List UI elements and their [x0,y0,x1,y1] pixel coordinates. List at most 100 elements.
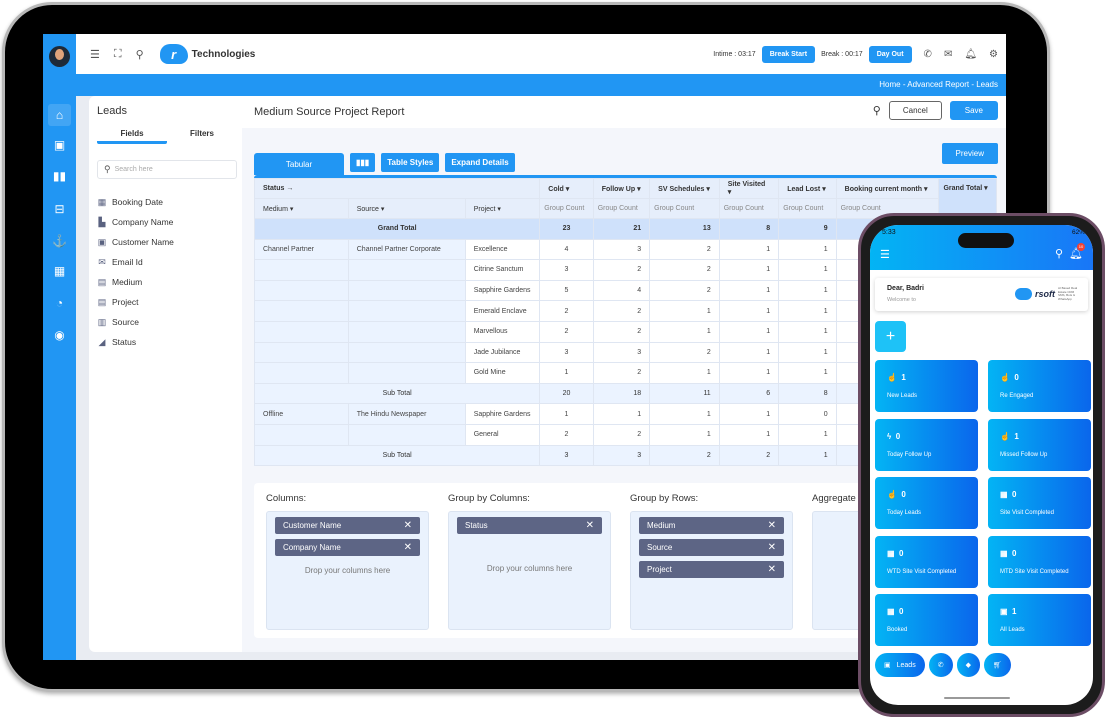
phone-icon[interactable]: ✆ [924,49,932,60]
tab-tabular[interactable]: Tabular [254,153,344,175]
breadcrumb[interactable]: Home - Advanced Report - Leads [879,80,998,89]
cancel-button[interactable]: Cancel [888,101,942,120]
dashboard-tile[interactable]: ☝ 1 New Leads [875,360,978,412]
group-column-chip[interactable]: Status ✕ [457,517,602,534]
user-avatar[interactable] [49,46,70,67]
value-cell: 1 [539,362,594,384]
nav-anchor-icon[interactable]: ⚓ [48,230,71,252]
close-icon[interactable]: ✕ [768,564,776,575]
columns-drop-area[interactable]: Customer Name ✕ Company Name ✕ Drop your c… [266,511,429,630]
field-search-input[interactable]: ⚲ Search here [97,160,237,179]
search-icon[interactable]: ⚲ [136,48,144,61]
grand-total-value: 23 [539,218,594,240]
aggregate-zone: Aggregate Dr [800,483,975,630]
group-row-chip[interactable]: Project ✕ [639,561,784,578]
value-cell: 2 [592,300,651,322]
value-cell: 2 [539,300,594,322]
drop-hint: Drop your columns here [304,566,391,575]
bar-chart-icon: ▮▮▮ [356,158,370,167]
close-icon[interactable]: ✕ [404,542,412,553]
dashboard-tile[interactable]: ▦ 0 WTD Site Visit Completed [875,535,978,588]
tile-value: 1 [1014,431,1019,441]
day-out-button[interactable]: Day Out [868,45,912,63]
table-styles-button[interactable]: Table Styles [381,153,440,172]
search-icon[interactable]: ⚲ [873,104,881,117]
field-label: Customer Name [112,237,174,247]
value-cell: 1 [718,362,780,384]
mail-icon[interactable]: ✉ [944,49,952,60]
field-item[interactable]: ▥ Source [97,312,174,332]
value-cell: 1 [778,423,837,446]
close-icon[interactable]: ✕ [404,520,412,531]
offers-nav-button[interactable]: ◆ [956,653,980,677]
grand-total-label: Grand Total [253,218,541,240]
save-button[interactable]: Save [949,101,998,120]
field-item[interactable]: ▙ Company Name [97,212,174,232]
add-button[interactable]: + [875,321,906,352]
nav-location-icon[interactable]: ◉ [48,324,71,346]
close-icon[interactable]: ✕ [586,520,594,531]
nav-bar-chart-icon[interactable]: ▮▮ [48,165,71,187]
field-label: Email Id [112,257,143,267]
dashboard-tile[interactable]: ▣ 1 All Leads [988,594,1091,646]
expand-details-button[interactable]: Expand Details [445,153,515,172]
column-header[interactable]: Cold ▾ [539,178,594,199]
column-header[interactable]: Booking current month ▾ [835,178,940,199]
dashboard-tile[interactable]: ☝ 1 Missed Follow Up [988,418,1091,471]
column-header[interactable]: SV Schedules ▾ [649,178,720,199]
dashboard-tile[interactable]: ϟ 0 Today Follow Up [875,418,978,471]
dashboard-tile[interactable]: ▦ 0 Booked [875,594,978,646]
row-header[interactable]: Project ▾ [464,198,541,219]
fullscreen-icon[interactable]: ⛶ [114,48,122,61]
group-by-columns-drop-area[interactable]: Status ✕ Drop your columns here [448,511,611,630]
preview-button[interactable]: Preview [941,143,998,164]
nav-home-icon[interactable]: ⌂ [48,104,71,126]
value-cell: 1 [718,341,780,364]
nav-calendar-icon[interactable]: ▦ [48,260,71,282]
bell-icon[interactable]: 🔔︎ [964,49,977,60]
column-header[interactable]: Site Visited ▾ [718,178,780,199]
field-item[interactable]: ▣ Customer Name [97,232,174,252]
nav-ticket-icon[interactable]: ⊟ [48,198,71,220]
nav-contact-card-icon[interactable]: ▣ [48,134,71,156]
field-item[interactable]: ▤ Project [97,292,174,312]
group-row-chip[interactable]: Medium ✕ [639,517,784,534]
source-cell [347,423,466,446]
row-header[interactable]: Medium ▾ [254,198,349,219]
field-item[interactable]: ▤ Medium [97,272,174,292]
value-cell: 1 [778,259,837,281]
field-item[interactable]: ◢ Status [97,332,174,352]
status-header[interactable]: Status → [253,178,541,199]
field-item[interactable]: ▦ Booking Date [97,192,174,212]
group-by-rows-drop-area[interactable]: Medium ✕ Source ✕ Project ✕ [630,511,793,630]
menu-icon[interactable]: ☰ [880,248,890,261]
tab-fields[interactable]: Fields [97,126,167,144]
dashboard-tile[interactable]: ☝ 0 Re Engaged [988,360,1091,412]
close-icon[interactable]: ✕ [768,542,776,553]
status-time: 5:33 [882,229,896,236]
leads-nav-button[interactable]: ▣ Leads [875,653,925,677]
gear-icon[interactable]: ⚙ [989,49,998,60]
column-chip[interactable]: Company Name ✕ [275,539,420,556]
break-start-button[interactable]: Break Start [761,45,816,63]
grand-total-value: 21 [592,218,651,240]
field-item[interactable]: ✉ Email Id [97,252,174,272]
search-icon[interactable]: ⚲ [1055,247,1063,260]
dashboard-tile[interactable]: ▦ 0 MTD Site Visit Completed [988,535,1091,588]
dashboard-tile[interactable]: ☝ 0 Today Leads [875,477,978,529]
nav-clock-icon[interactable]: ◔ [48,292,71,314]
dashboard-tile[interactable]: ▦ 0 Site Visit Completed [988,477,1091,529]
list-icon[interactable]: ☰ [90,48,100,61]
chart-view-button[interactable]: ▮▮▮ [350,153,376,172]
column-header[interactable]: Lead Lost ▾ [778,178,837,199]
call-nav-button[interactable]: ✆ [928,653,953,677]
value-cell: 1 [718,423,780,446]
column-header[interactable]: Follow Up ▾ [592,178,651,199]
id-badge-icon: ▣ [97,236,107,247]
tab-filters[interactable]: Filters [167,126,237,144]
close-icon[interactable]: ✕ [768,520,776,531]
row-header[interactable]: Source ▾ [347,198,466,219]
group-row-chip[interactable]: Source ✕ [639,539,784,556]
cart-nav-button[interactable]: 🛒︎ [983,653,1011,677]
column-chip[interactable]: Customer Name ✕ [275,517,420,534]
